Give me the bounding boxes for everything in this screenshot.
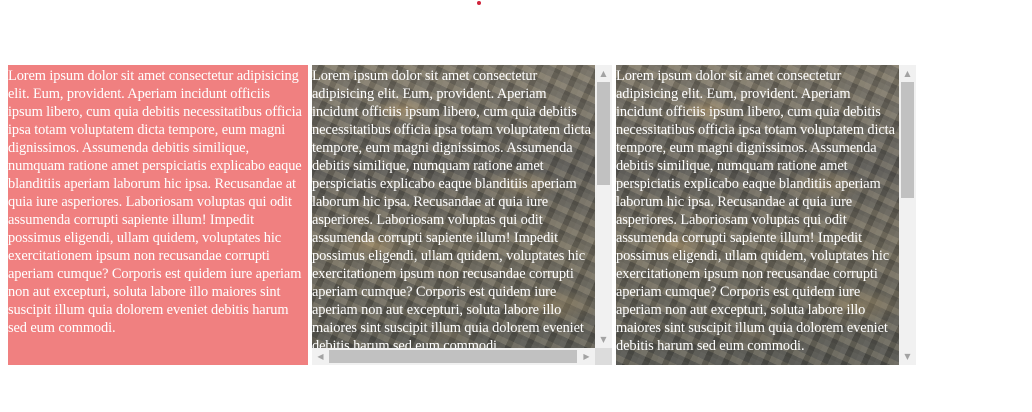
photo-scroll-box-vertical[interactable]: Lorem ipsum dolor sit amet consectetur a… [616,65,916,365]
scroll-up-arrow-icon[interactable]: ▲ [899,65,916,82]
scroll-viewport: Lorem ipsum dolor sit amet consectetur a… [312,65,595,348]
vertical-scroll-thumb[interactable] [597,82,610,185]
vertical-scrollbar[interactable]: ▲ ▼ [595,65,612,348]
horizontal-scroll-thumb[interactable] [329,350,577,363]
vertical-scroll-thumb[interactable] [901,82,914,198]
scroll-up-arrow-icon[interactable]: ▲ [595,65,612,82]
photo-scroll-box-both[interactable]: Lorem ipsum dolor sit amet consectetur a… [312,65,612,365]
box-text: Lorem ipsum dolor sit amet consectetur a… [312,68,591,348]
horizontal-scrollbar[interactable]: ◀ ▶ [312,348,595,365]
marker-dot [477,1,481,5]
box-text: Lorem ipsum dolor sit amet consectetur a… [616,68,895,354]
scroll-right-arrow-icon[interactable]: ▶ [578,348,595,365]
scroll-down-arrow-icon[interactable]: ▼ [595,331,612,348]
scroll-down-arrow-icon[interactable]: ▼ [899,348,916,365]
scroll-viewport: Lorem ipsum dolor sit amet consectetur a… [616,65,899,365]
box-text: Lorem ipsum dolor sit amet consectetur a… [8,68,302,336]
salmon-text-box: Lorem ipsum dolor sit amet consectetur a… [8,65,308,365]
vertical-scrollbar[interactable]: ▲ ▼ [899,65,916,365]
scroll-left-arrow-icon[interactable]: ◀ [312,348,329,365]
scrollbar-corner [595,348,612,365]
